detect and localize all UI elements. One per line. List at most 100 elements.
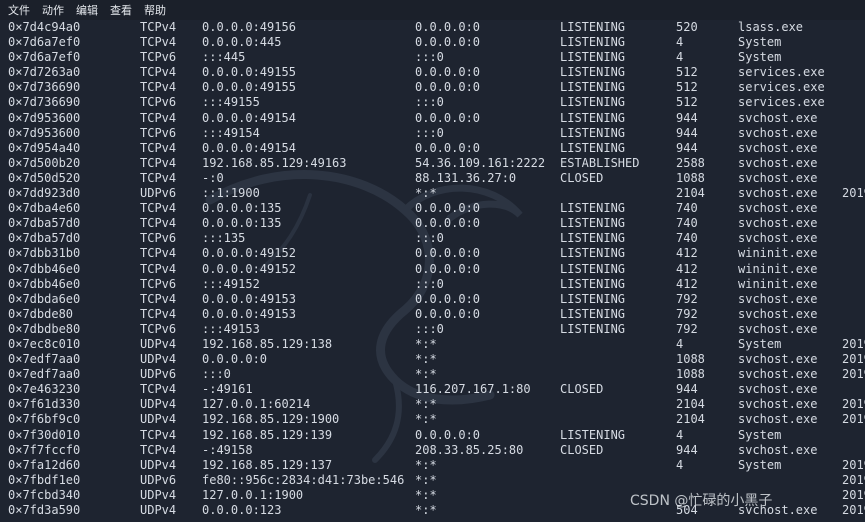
table-row: 0×7edf7aa0 UDPv6:::0 *:* 1088 svchost.exe 201… <box>0 367 865 382</box>
offset-cell: 0×7d953600 <box>8 125 81 140</box>
proto-cell: TCPv4 <box>140 65 177 80</box>
offset-cell: 0×7dbde80 <box>8 306 74 321</box>
table-row: 0×7fbdf1e0 UDPv6 fe80::956c:2834:d41:73be:… <box>0 473 865 488</box>
state-cell: LISTENING <box>560 125 626 140</box>
local-address-cell: 0.0.0.0:49152 <box>202 261 296 276</box>
proto-cell: TCPv6 <box>140 50 177 65</box>
state-cell: LISTENING <box>560 291 626 306</box>
owner-cell: svchost.exe <box>738 352 818 367</box>
owner-cell: System <box>738 457 782 472</box>
state-cell: CLOSED <box>560 382 604 397</box>
owner-cell: System <box>738 427 782 442</box>
owner-cell: System <box>738 336 782 351</box>
created-cell: 2019 <box>842 336 865 351</box>
proto-cell: TCPv4 <box>140 306 177 321</box>
state-cell: LISTENING <box>560 110 626 125</box>
table-row: 0×7dd923d0 UDPv6::1:1900 *:* 2104 svchost.ex… <box>0 186 865 201</box>
local-address-cell: 0.0.0.0:135 <box>202 201 282 216</box>
owner-cell: svchost.exe <box>738 170 818 185</box>
offset-cell: 0×7f30d010 <box>8 427 81 442</box>
local-address-cell: 0.0.0.0:49155 <box>202 65 296 80</box>
proto-cell: UDPv4 <box>140 336 177 351</box>
table-row: 0×7dba57d0 TCPv4 0.0.0.0:135 0.0.0.0:0 LISTE… <box>0 216 865 231</box>
local-address-cell: 0.0.0.0:49155 <box>202 80 296 95</box>
owner-cell: services.exe <box>738 65 825 80</box>
owner-cell: svchost.exe <box>738 291 818 306</box>
menu-action[interactable]: 动作 <box>42 2 64 18</box>
owner-cell: services.exe <box>738 80 825 95</box>
proto-cell: TCPv4 <box>140 246 177 261</box>
local-address-cell: 0.0.0.0:49154 <box>202 110 296 125</box>
proto-cell: UDPv4 <box>140 352 177 367</box>
table-row: 0×7edf7aa0 UDPv4 0.0.0.0:0 *:* 1088 svchost.e… <box>0 352 865 367</box>
state-cell: LISTENING <box>560 276 626 291</box>
state-cell: LISTENING <box>560 216 626 231</box>
menu-file[interactable]: 文件 <box>8 2 30 18</box>
terminal-output[interactable]: 0×7d4c94a0 TCPv4 0.0.0.0:49156 0.0.0.0:0 LIS… <box>0 20 865 522</box>
owner-cell: svchost.exe <box>738 186 818 201</box>
created-cell: 2019 <box>842 457 865 472</box>
offset-cell: 0×7fbdf1e0 <box>8 472 81 487</box>
state-cell: LISTENING <box>560 321 626 336</box>
foreign-address-cell: :::0 <box>415 231 444 246</box>
owner-cell: wininit.exe <box>738 246 818 261</box>
menu-edit[interactable]: 编辑 <box>76 2 98 18</box>
foreign-address-cell: 0.0.0.0:0 <box>415 306 481 321</box>
foreign-address-cell: 116.207.167.1:80 <box>415 382 531 397</box>
menu-help[interactable]: 帮助 <box>144 2 166 18</box>
foreign-address-cell: 54.36.109.161:2222 <box>415 155 546 170</box>
table-row: 0×7d736690 TCPv6:::49155:::0 LISTENING 512 s… <box>0 95 865 110</box>
foreign-address-cell: 0.0.0.0:0 <box>415 65 481 80</box>
foreign-address-cell: *:* <box>415 487 437 502</box>
offset-cell: 0×7dbb46e0 <box>8 276 81 291</box>
local-address-cell: 192.168.85.129:137 <box>202 457 333 472</box>
offset-cell: 0×7f6bf9c0 <box>8 412 81 427</box>
local-address-cell: :::49152 <box>202 276 260 291</box>
state-cell: LISTENING <box>560 201 626 216</box>
offset-cell: 0×7fcbd340 <box>8 487 81 502</box>
local-address-cell: 127.0.0.1:60214 <box>202 397 311 412</box>
foreign-address-cell: 0.0.0.0:0 <box>415 216 481 231</box>
local-address-cell: -:49161 <box>202 382 253 397</box>
offset-cell: 0×7fd3a590 <box>8 503 81 517</box>
state-cell: LISTENING <box>560 35 626 50</box>
local-address-cell: 0.0.0.0:49154 <box>202 140 296 155</box>
owner-cell: svchost.exe <box>738 231 818 246</box>
created-cell: 2019 <box>842 367 865 382</box>
offset-cell: 0×7dbb31b0 <box>8 246 81 261</box>
created-cell: 2019 <box>842 412 865 427</box>
owner-cell: System <box>738 35 782 50</box>
created-cell: 2019 <box>842 487 865 502</box>
proto-cell: TCPv6 <box>140 125 177 140</box>
proto-cell: TCPv4 <box>140 442 177 457</box>
local-address-cell: :::445 <box>202 50 246 65</box>
pid-cell: 2104 <box>676 186 705 201</box>
local-address-cell: ::1:1900 <box>202 186 260 201</box>
menu-view[interactable]: 查看 <box>110 2 132 18</box>
proto-cell: UDPv6 <box>140 186 177 201</box>
offset-cell: 0×7e463230 <box>8 382 81 397</box>
pid-cell: 4 <box>676 35 684 50</box>
proto-cell: TCPv4 <box>140 291 177 306</box>
foreign-address-cell: :::0 <box>415 276 444 291</box>
local-address-cell: 0.0.0.0:49152 <box>202 246 296 261</box>
local-address-cell: 0.0.0.0:0 <box>202 352 268 367</box>
pid-cell: 2104 <box>676 397 705 412</box>
owner-cell: services.exe <box>738 95 825 110</box>
foreign-address-cell: *:* <box>415 186 437 201</box>
foreign-address-cell: *:* <box>415 367 437 382</box>
offset-cell: 0×7f7fccf0 <box>8 442 81 457</box>
offset-cell: 0×7d500b20 <box>8 155 81 170</box>
proto-cell: TCPv4 <box>140 201 177 216</box>
owner-cell: svchost.exe <box>738 412 818 427</box>
state-cell: CLOSED <box>560 442 604 457</box>
foreign-address-cell: *:* <box>415 336 437 351</box>
created-cell: 2019 <box>842 503 865 517</box>
state-cell: CLOSED <box>560 170 604 185</box>
foreign-address-cell: *:* <box>415 472 437 487</box>
pid-cell: 792 <box>676 291 698 306</box>
created-cell: 2019 <box>842 472 865 487</box>
proto-cell: UDPv6 <box>140 472 177 487</box>
foreign-address-cell: :::0 <box>415 50 444 65</box>
owner-cell: svchost.exe <box>738 306 818 321</box>
